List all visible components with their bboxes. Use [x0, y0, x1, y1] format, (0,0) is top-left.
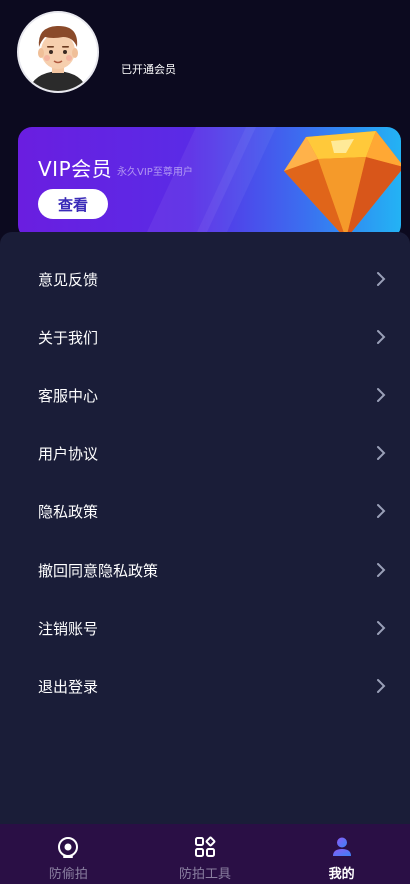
menu-item-label: 撤回同意隐私政策 [38, 561, 159, 580]
chevron-right-icon [377, 388, 386, 402]
chevron-right-icon [377, 272, 386, 286]
menu-item-label: 客服中心 [38, 386, 99, 405]
nav-tab-anti-spy[interactable]: 防偷拍 [0, 824, 137, 884]
menu-item-delete-account[interactable]: 注销账号 [0, 599, 410, 657]
avatar[interactable] [17, 11, 99, 93]
nav-tab-tools[interactable]: 防拍工具 [137, 824, 274, 884]
menu-item-label: 用户协议 [38, 444, 99, 463]
nav-tab-label: 我的 [328, 867, 355, 882]
menu-item-label: 退出登录 [38, 677, 99, 696]
chevron-right-icon [377, 446, 386, 460]
vip-title: VIP会员 [38, 157, 113, 181]
chevron-right-icon [377, 330, 386, 344]
member-status-text: 已开通会员 [121, 63, 176, 76]
menu-item-label: 意见反馈 [38, 270, 99, 289]
chevron-right-icon [377, 621, 386, 635]
camera-lens-icon [58, 837, 79, 858]
menu-item-privacy-policy[interactable]: 隐私政策 [0, 482, 410, 540]
menu-item-label: 关于我们 [38, 328, 99, 347]
tools-grid-icon [195, 836, 216, 857]
user-profile-icon [332, 837, 351, 856]
profile-screen: 已开通会员 VIP会员 永久VIP至尊用户 查看 意见反馈 关于我们 客服中心 … [0, 0, 410, 884]
nav-tab-label: 防偷拍 [48, 867, 88, 882]
menu-item-logout[interactable]: 退出登录 [0, 657, 410, 715]
menu-item-user-agreement[interactable]: 用户协议 [0, 424, 410, 482]
menu-item-customer-service[interactable]: 客服中心 [0, 366, 410, 424]
nav-tab-label: 防拍工具 [179, 867, 232, 882]
diamond-icon [284, 131, 401, 239]
profile-header: 已开通会员 [17, 11, 397, 93]
menu-item-label: 隐私政策 [38, 502, 99, 521]
settings-menu: 意见反馈 关于我们 客服中心 用户协议 隐私政策 撤回同意隐私政策 注销账号 退… [0, 232, 410, 824]
avatar-illustration [19, 13, 97, 91]
view-vip-button[interactable]: 查看 [38, 189, 108, 219]
menu-item-feedback[interactable]: 意见反馈 [0, 250, 410, 308]
vip-subtitle: 永久VIP至尊用户 [117, 167, 193, 178]
menu-item-withdraw-privacy-consent[interactable]: 撤回同意隐私政策 [0, 541, 410, 599]
menu-item-label: 注销账号 [38, 619, 99, 638]
chevron-right-icon [377, 504, 386, 518]
bottom-nav: 防偷拍 防拍工具 我的 [0, 824, 410, 884]
chevron-right-icon [377, 679, 386, 693]
vip-card[interactable]: VIP会员 永久VIP至尊用户 查看 [18, 127, 401, 239]
chevron-right-icon [377, 563, 386, 577]
menu-item-about-us[interactable]: 关于我们 [0, 308, 410, 366]
nav-tab-mine[interactable]: 我的 [273, 824, 410, 884]
